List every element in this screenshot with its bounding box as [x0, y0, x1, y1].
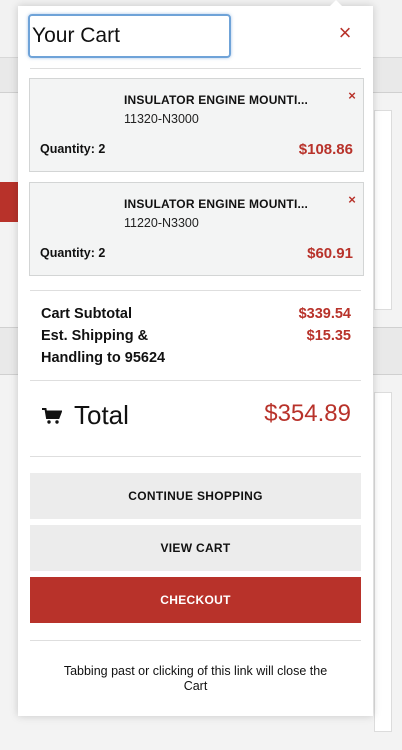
- divider: [30, 640, 361, 641]
- item-name[interactable]: INSULATOR ENGINE MOUNTI...: [124, 197, 334, 211]
- remove-item-button[interactable]: ×: [346, 192, 358, 207]
- shipping-label-destination: Handling to 95624: [41, 350, 166, 366]
- shipping-value: $15.35: [306, 328, 351, 344]
- divider: [30, 290, 361, 291]
- divider: [30, 380, 361, 381]
- item-part-number: 11320-N3000: [124, 112, 199, 126]
- shipping-label: Est. Shipping &: [41, 328, 149, 344]
- checkout-button[interactable]: CHECKOUT: [30, 577, 361, 623]
- item-quantity: Quantity: 2: [40, 142, 106, 156]
- shopping-cart-icon: [42, 408, 62, 424]
- total-row: Total $354.89: [18, 396, 373, 436]
- item-name[interactable]: INSULATOR ENGINE MOUNTI...: [124, 93, 334, 107]
- close-cart-link[interactable]: Tabbing past or clicking of this link wi…: [58, 664, 333, 694]
- background-card-edge-lower: [374, 392, 392, 732]
- divider: [30, 456, 361, 457]
- cart-header: Your Cart ×: [18, 6, 373, 70]
- subtotal-value: $339.54: [298, 306, 351, 322]
- background-card-edge: [374, 110, 392, 310]
- total-label: Total: [74, 400, 129, 430]
- cart-title[interactable]: Your Cart: [28, 14, 231, 58]
- cart-item: INSULATOR ENGINE MOUNTI... 11220-N3300 ×…: [29, 182, 364, 276]
- cart-item: INSULATOR ENGINE MOUNTI... 11320-N3000 ×…: [29, 78, 364, 172]
- item-quantity: Quantity: 2: [40, 246, 106, 260]
- cart-flyout: Your Cart × INSULATOR ENGINE MOUNTI... 1…: [18, 0, 373, 716]
- item-part-number: 11220-N3300: [124, 216, 199, 230]
- divider: [30, 68, 361, 69]
- remove-item-button[interactable]: ×: [346, 88, 358, 103]
- remove-icon: ×: [348, 192, 356, 207]
- continue-shopping-button[interactable]: CONTINUE SHOPPING: [30, 473, 361, 519]
- remove-icon: ×: [348, 88, 356, 103]
- subtotal-label: Cart Subtotal: [41, 306, 133, 322]
- item-price: $108.86: [298, 141, 353, 158]
- total-value: $354.89: [264, 400, 351, 427]
- close-cart-button[interactable]: ×: [336, 22, 354, 44]
- item-price: $60.91: [307, 245, 353, 262]
- close-icon: ×: [338, 20, 352, 45]
- view-cart-button[interactable]: VIEW CART: [30, 525, 361, 571]
